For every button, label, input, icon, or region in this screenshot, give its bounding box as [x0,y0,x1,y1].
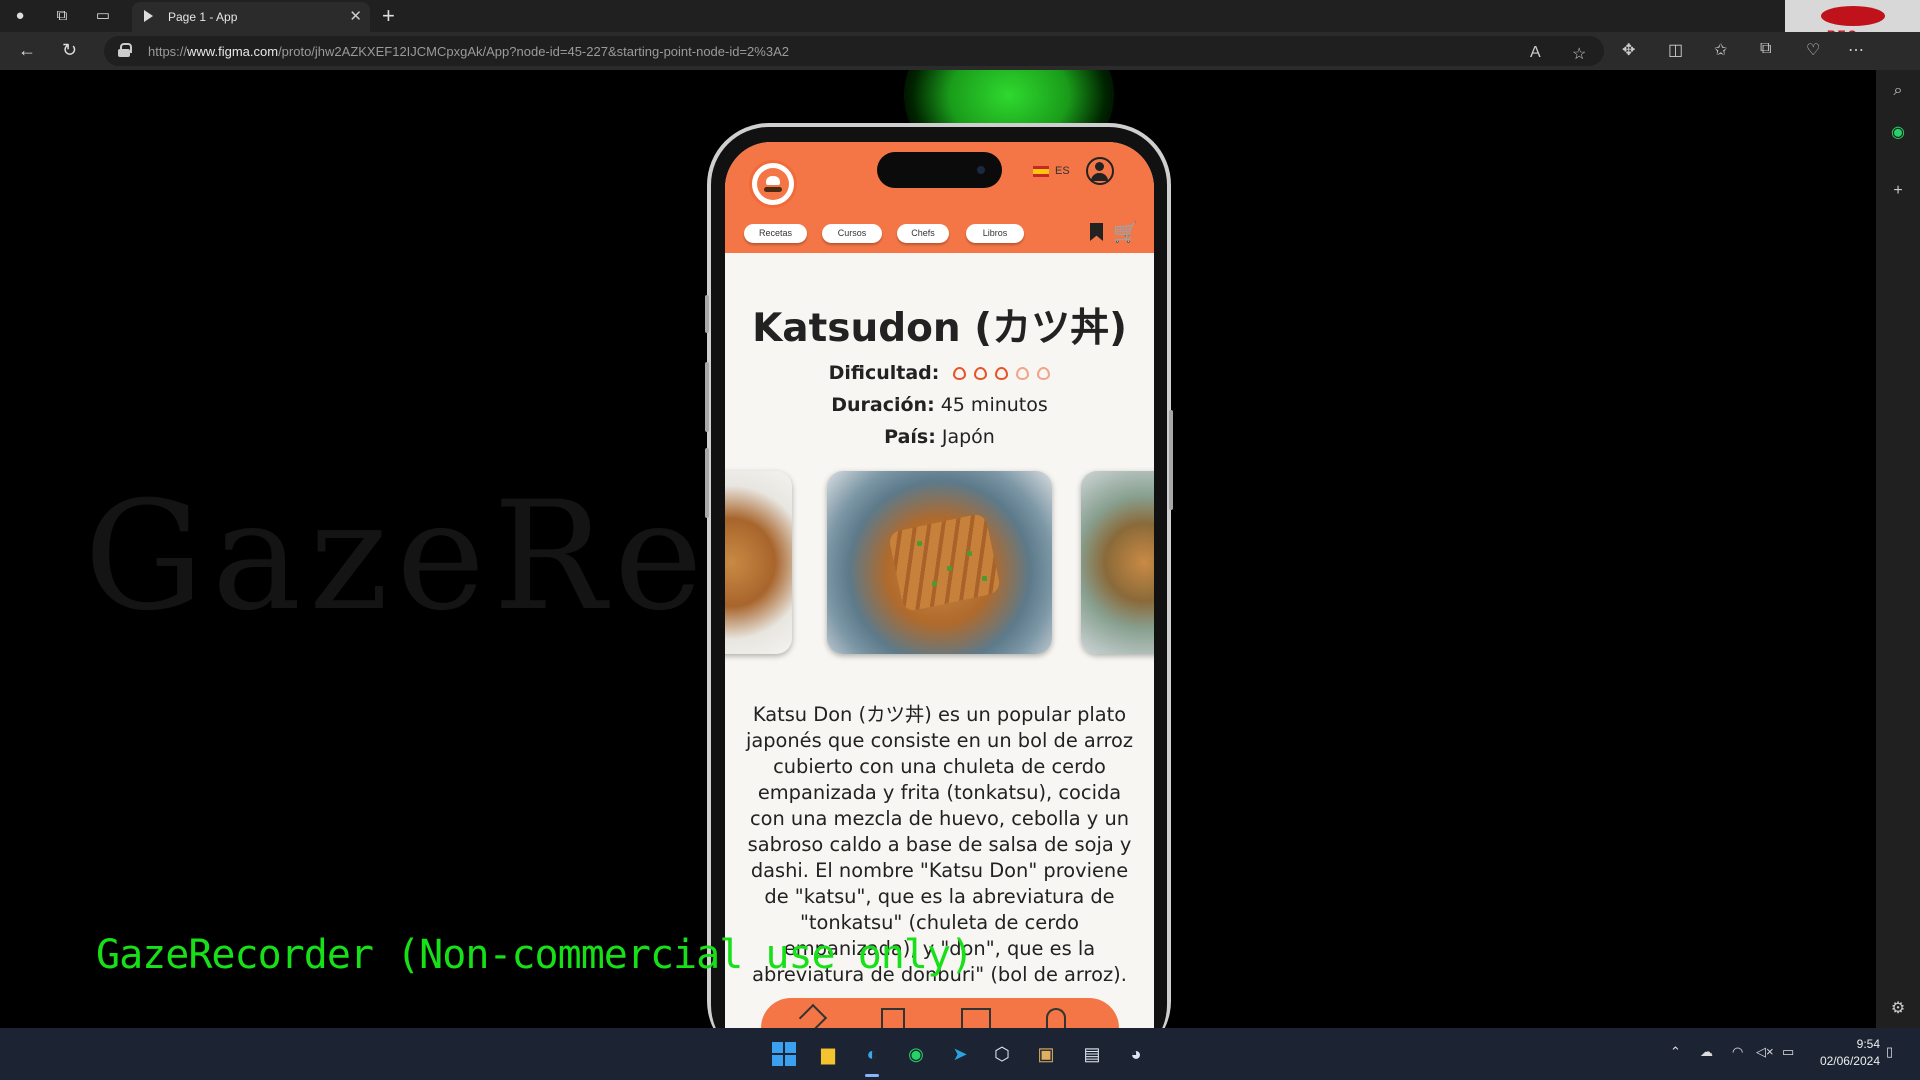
telegram-icon[interactable]: ➤ [944,1038,976,1070]
extensions-icon[interactable]: ✥ [1622,40,1635,60]
3d-app-icon[interactable]: ⬡ [986,1038,1018,1070]
browser-toolbar: ← ↻ https://www.figma.com/proto/jhw2AZKX… [0,32,1920,70]
read-aloud-icon[interactable]: A [1530,44,1541,62]
battery-icon[interactable]: ▭ [1782,1044,1794,1060]
phone-volume-button [705,448,709,518]
profile-icon[interactable]: ● [10,6,30,26]
refresh-icon[interactable]: ↻ [62,40,77,61]
browser-titlebar: ● ⧉ ▭ Page 1 - App ✕ + – REC [0,0,1920,44]
edge-sidebar: ⌕ ◉ + ⚙ [1876,70,1920,1028]
tab-close-icon[interactable]: ✕ [349,7,362,25]
duration-value: 45 minutos [940,394,1048,416]
tab-actions-icon[interactable]: ▭ [93,6,113,26]
carousel-image-next[interactable] [1081,471,1154,654]
flame-icon [953,367,967,380]
user-account-icon[interactable] [1086,157,1114,185]
active-app-indicator [865,1074,879,1077]
onedrive-icon[interactable]: ☁ [1700,1044,1713,1060]
phone-screen: ES Recetas Cursos Chefs Libros 🛒 Katsudo… [725,142,1154,1028]
clock-date: 02/06/2024 [1819,1054,1880,1068]
nav-recetas[interactable]: Recetas [744,224,807,243]
nav-libros[interactable]: Libros [966,224,1024,243]
nav-chefs[interactable]: Chefs [897,224,949,243]
dynamic-island [877,152,1002,188]
phone-power-button [1169,410,1173,510]
address-bar[interactable]: https://www.figma.com/proto/jhw2AZKXEF12… [104,36,1604,66]
new-tab-button[interactable]: + [382,3,395,29]
lock-icon[interactable] [118,43,132,57]
search-icon[interactable]: ⌕ [1888,82,1908,102]
difficulty-row: Dificultad: [725,362,1154,384]
favorite-star-icon[interactable]: ☆ [1572,44,1586,64]
app-logo[interactable] [749,160,797,208]
duration-label: Duración: [831,394,935,416]
carousel-image-prev[interactable] [725,471,792,654]
inbox-icon[interactable] [881,1008,905,1028]
flame-icon [1016,367,1030,380]
cart-icon[interactable]: 🛒 [1113,220,1138,245]
figma-play-icon [144,10,153,22]
workspaces-icon[interactable]: ⧉ [52,6,72,26]
difficulty-label: Dificultad: [828,362,940,384]
notifications-icon[interactable]: ▯ [1886,1044,1893,1060]
add-icon[interactable]: + [1888,182,1908,202]
system-clock[interactable]: 9:54 02/06/2024 [1800,1036,1880,1070]
volume-muted-icon[interactable]: ◁× [1756,1044,1774,1060]
recipe-title: Katsudon (カツ丼) [752,306,1127,351]
flame-icon [1037,367,1051,380]
country-value: Japón [941,426,995,448]
notepad-icon[interactable]: ▤ [1076,1038,1108,1070]
duration-row: Duración: 45 minutos [725,394,1154,416]
split-screen-icon[interactable]: ◫ [1668,40,1683,60]
url-text[interactable]: https://www.figma.com/proto/jhw2AZKXEF12… [148,44,789,59]
difficulty-rating [945,362,1051,384]
performance-icon[interactable]: ♡ [1806,40,1820,60]
collections-icon[interactable]: ⧉ [1760,40,1771,58]
phone-volume-button [705,362,709,432]
file-explorer-icon[interactable]: ▆ [812,1038,844,1070]
tray-chevron-icon[interactable]: ⌃ [1670,1044,1681,1060]
watermark-text: GazeRec [84,470,803,644]
windows-start-icon[interactable] [772,1042,796,1066]
windows-taskbar: ▆ ◐ ◉ ➤ ⬡ ▣ ▤ ◕ ⌃ ☁ ◠ ◁× ▭ 9:54 02/06/20… [0,1028,1920,1080]
profile-icon[interactable] [1046,1008,1066,1028]
settings-gear-icon[interactable]: ⚙ [1888,998,1908,1018]
country-label: País: [884,426,936,448]
nav-cursos[interactable]: Cursos [822,224,882,243]
app-header: ES Recetas Cursos Chefs Libros 🛒 [725,142,1154,253]
edge-browser-icon[interactable]: ◐ [856,1038,888,1070]
gazerecorder-watermark: GazeRecorder (Non-commercial use only) [96,932,974,978]
bottom-navigation [761,998,1119,1028]
favorites-icon[interactable]: ✩ [1714,40,1727,60]
flame-icon [974,367,988,380]
country-row: País: Japón [725,426,1154,448]
flame-icon [995,367,1009,380]
record-icon [1821,6,1885,26]
phone-volume-button [705,295,709,333]
whatsapp-icon[interactable]: ◉ [1888,122,1908,142]
app-icon[interactable]: ▣ [1030,1038,1062,1070]
more-icon[interactable]: ⋯ [1848,40,1864,60]
list-icon[interactable] [961,1008,991,1028]
clock-time: 9:54 [1856,1037,1880,1051]
whatsapp-taskbar-icon[interactable]: ◉ [900,1038,932,1070]
home-icon[interactable] [798,1003,828,1028]
wifi-icon[interactable]: ◠ [1732,1044,1743,1060]
back-icon[interactable]: ← [18,40,36,61]
tab-page-1[interactable]: Page 1 - App ✕ [132,2,370,32]
bookmark-icon[interactable] [1090,223,1103,241]
language-code[interactable]: ES [1055,165,1070,177]
carousel-image-main[interactable] [827,471,1052,654]
tab-title: Page 1 - App [168,10,238,24]
spain-flag-icon[interactable] [1033,166,1049,177]
chef-logo-icon [757,168,789,200]
recorder-app-icon[interactable]: ◕ [1120,1038,1152,1070]
